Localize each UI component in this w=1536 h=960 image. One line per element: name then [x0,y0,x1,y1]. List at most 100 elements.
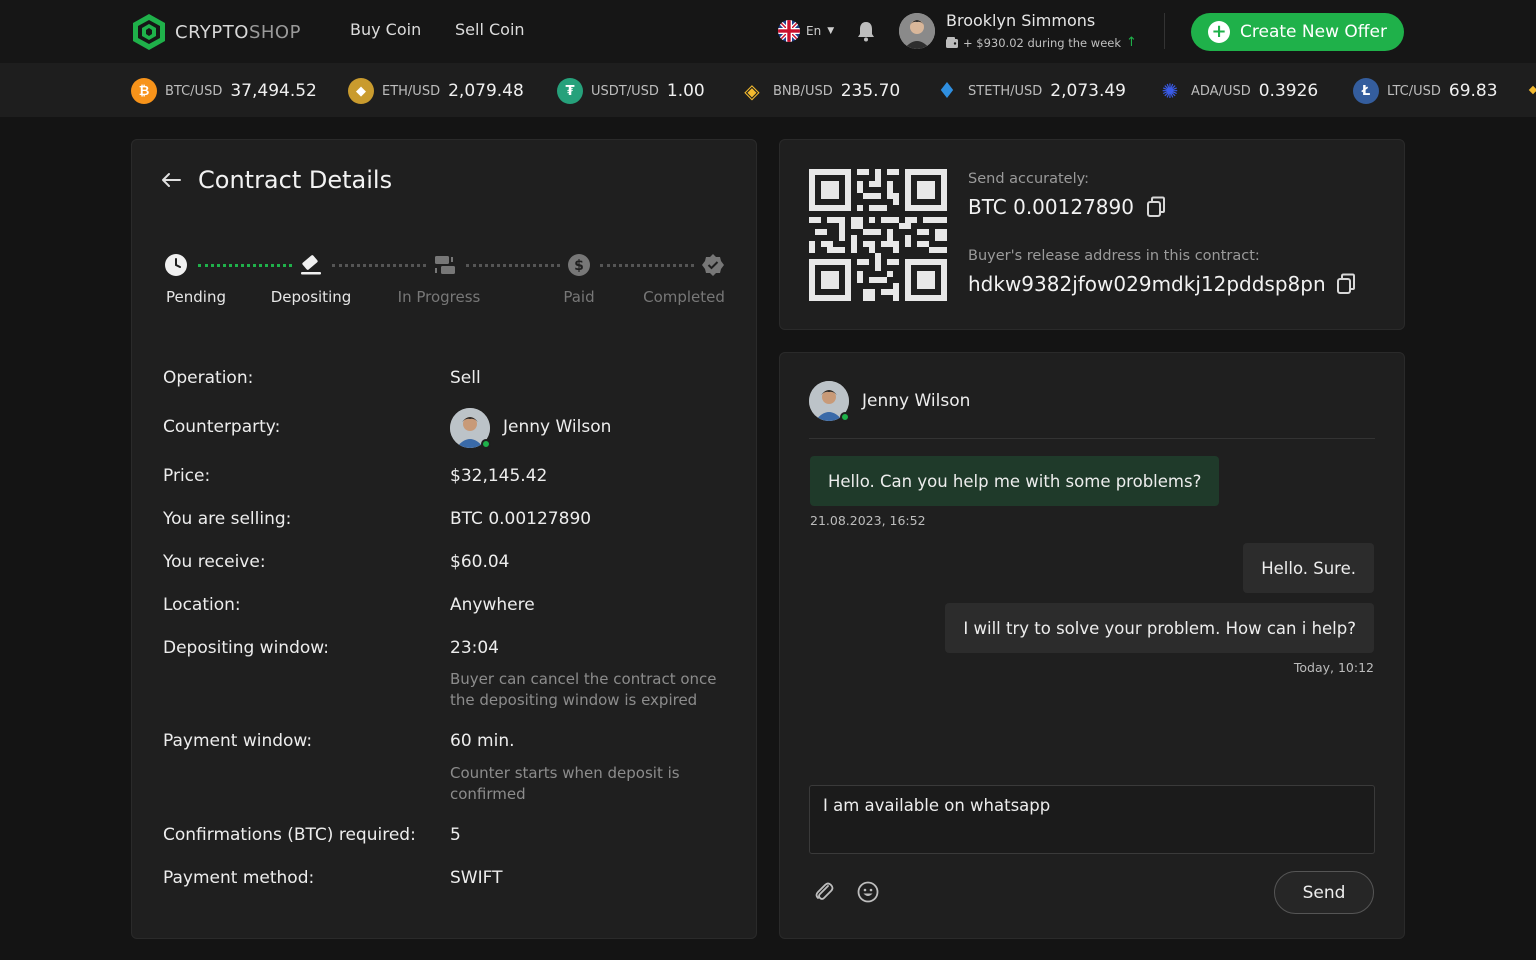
location-value: Anywhere [450,595,535,615]
confirmations-value: 5 [450,825,461,845]
online-status-dot [840,412,850,422]
create-new-offer-button[interactable]: + Create New Offer [1191,13,1404,51]
ticker-pair: BTC/USD [165,83,223,99]
ticker-price: 235.70 [840,81,901,101]
step-label-depositing: Depositing [270,288,352,306]
verified-badge-icon [702,254,724,276]
depositing-window-value: 23:04 [450,638,499,658]
user-name: Brooklyn Simmons [946,11,1096,30]
chat-avatar[interactable] [809,381,850,422]
uk-flag-icon [778,20,800,42]
create-offer-label: Create New Offer [1240,22,1387,42]
nav-buy-coin[interactable]: Buy Coin [350,20,421,39]
send-accurately-label: Send accurately: [968,171,1090,187]
payment-window-value: 60 min. [450,731,515,751]
contract-details-panel: Contract Details $ Pending Depositing In… [131,139,757,939]
bnb-icon: ◈ [744,79,760,103]
location-label: Location: [163,595,241,615]
counterparty-avatar[interactable] [450,408,491,449]
release-address-value: hdkw9382jfow029mdkj12pddsp8pn [968,272,1326,296]
ticker-pair: ADA/USD [1191,83,1251,99]
price-label: Price: [163,466,211,486]
paperclip-icon[interactable] [812,880,836,904]
language-selector[interactable]: En ▼ [778,20,834,42]
ticker-pair: ETH/USD [382,83,441,99]
arrow-up-icon: ↑ [1126,35,1137,50]
payment-window-note: Counter starts when deposit is confirmed [450,764,680,803]
user-stat-text: + $930.02 during the week [963,35,1122,50]
chat-panel: Jenny Wilson Hello. Can you help me with… [779,352,1405,939]
nav-sell-coin[interactable]: Sell Coin [455,20,525,39]
ticker-item-ada[interactable]: ✺ ADA/USD 0.3926 [1157,78,1319,104]
operation-label: Operation: [163,368,254,388]
ticker-pair: LTC/USD [1387,83,1441,99]
logo-text: CRYPTOSHOP [175,21,301,43]
ticker-price: 69.83 [1448,81,1498,101]
bell-icon[interactable] [856,20,876,42]
message-outgoing: I will try to solve your problem. How ca… [945,603,1374,653]
step-connector [600,264,694,267]
counterparty-label: Counterparty: [163,417,281,437]
price-value: $32,145.42 [450,466,548,486]
confirmations-label: Confirmations (BTC) required: [163,825,416,845]
message-timestamp: 21.08.2023, 16:52 [810,513,926,528]
depositing-window-note: Buyer can cancel the contract once the d… [450,670,717,709]
ticker-pair: STETH/USD [968,83,1043,99]
clock-icon [165,254,187,276]
steth-icon: ♦ [937,78,957,104]
counterparty-name[interactable]: Jenny Wilson [503,417,611,437]
copy-icon[interactable] [1336,273,1356,295]
online-status-dot [481,439,491,449]
message-timestamp: Today, 10:12 [1293,660,1374,675]
exchange-icon [435,256,455,274]
ticker-item-eth[interactable]: ◆ ETH/USD 2,079.48 [348,78,524,104]
chevron-down-icon: ▼ [827,26,835,36]
ticker-price: 2,073.49 [1050,81,1126,101]
user-avatar[interactable] [899,13,935,49]
payment-method-label: Payment method: [163,868,315,888]
logo[interactable]: CRYPTOSHOP [131,13,301,51]
step-connector [466,264,560,267]
eth-icon: ◆ [348,78,374,104]
receive-label: You receive: [163,552,266,572]
ticker-item-bnb[interactable]: ◈ BNB/USD 235.70 [739,78,900,104]
svg-text:$: $ [574,258,584,274]
ticker-item-steth[interactable]: ♦ STETH/USD 2,073.49 [934,78,1126,104]
step-connector [198,264,292,267]
message-input[interactable]: I am available on whatsapp [809,785,1375,854]
step-label-pending: Pending [166,288,226,306]
ticker-item-btc[interactable]: ₿ BTC/USD 37,494.52 [131,78,317,104]
operation-value: Sell [450,368,481,388]
ticker-pair: BNB/USD [773,83,833,99]
step-label-paid: Paid [563,288,595,306]
deposit-icon [301,255,321,275]
payment-method-value: SWIFT [450,868,503,888]
selling-label: You are selling: [163,509,292,529]
deposit-info-panel: Send accurately: BTC 0.00127890 Buyer's … [779,139,1405,330]
dollar-coin-icon: $ [568,254,590,276]
ticker-price: 2,079.48 [448,81,524,101]
step-connector [332,264,426,267]
user-weekly-stat: + $930.02 during the week ↑ [946,35,1137,50]
receive-value: $60.04 [450,552,510,572]
btc-icon: ₿ [131,78,157,104]
wallet-icon [946,37,958,48]
ticker-price: 0.3926 [1258,81,1319,101]
ltc-icon: Ł [1353,78,1379,104]
emoji-icon[interactable] [856,880,880,904]
user-photo [899,13,935,49]
page-title: Contract Details [198,166,393,194]
ada-icon: ✺ [1161,79,1179,103]
send-button[interactable]: Send [1274,871,1374,914]
depositing-window-label: Depositing window: [163,638,329,658]
send-amount-value: BTC 0.00127890 [968,195,1134,219]
ticker-item-usdt[interactable]: ₮ USDT/USD 1.00 [557,78,705,104]
top-navbar: CRYPTOSHOP Buy Coin Sell Coin En ▼ Brook… [0,0,1536,63]
usdt-icon: ₮ [557,78,583,104]
header-divider [1164,13,1165,49]
ticker-pair: USDT/USD [591,83,659,99]
message-incoming: Hello. Can you help me with some problem… [810,456,1220,506]
back-arrow-icon[interactable] [160,169,182,191]
copy-icon[interactable] [1146,196,1166,218]
ticker-item-ltc[interactable]: Ł LTC/USD 69.83 [1353,78,1498,104]
